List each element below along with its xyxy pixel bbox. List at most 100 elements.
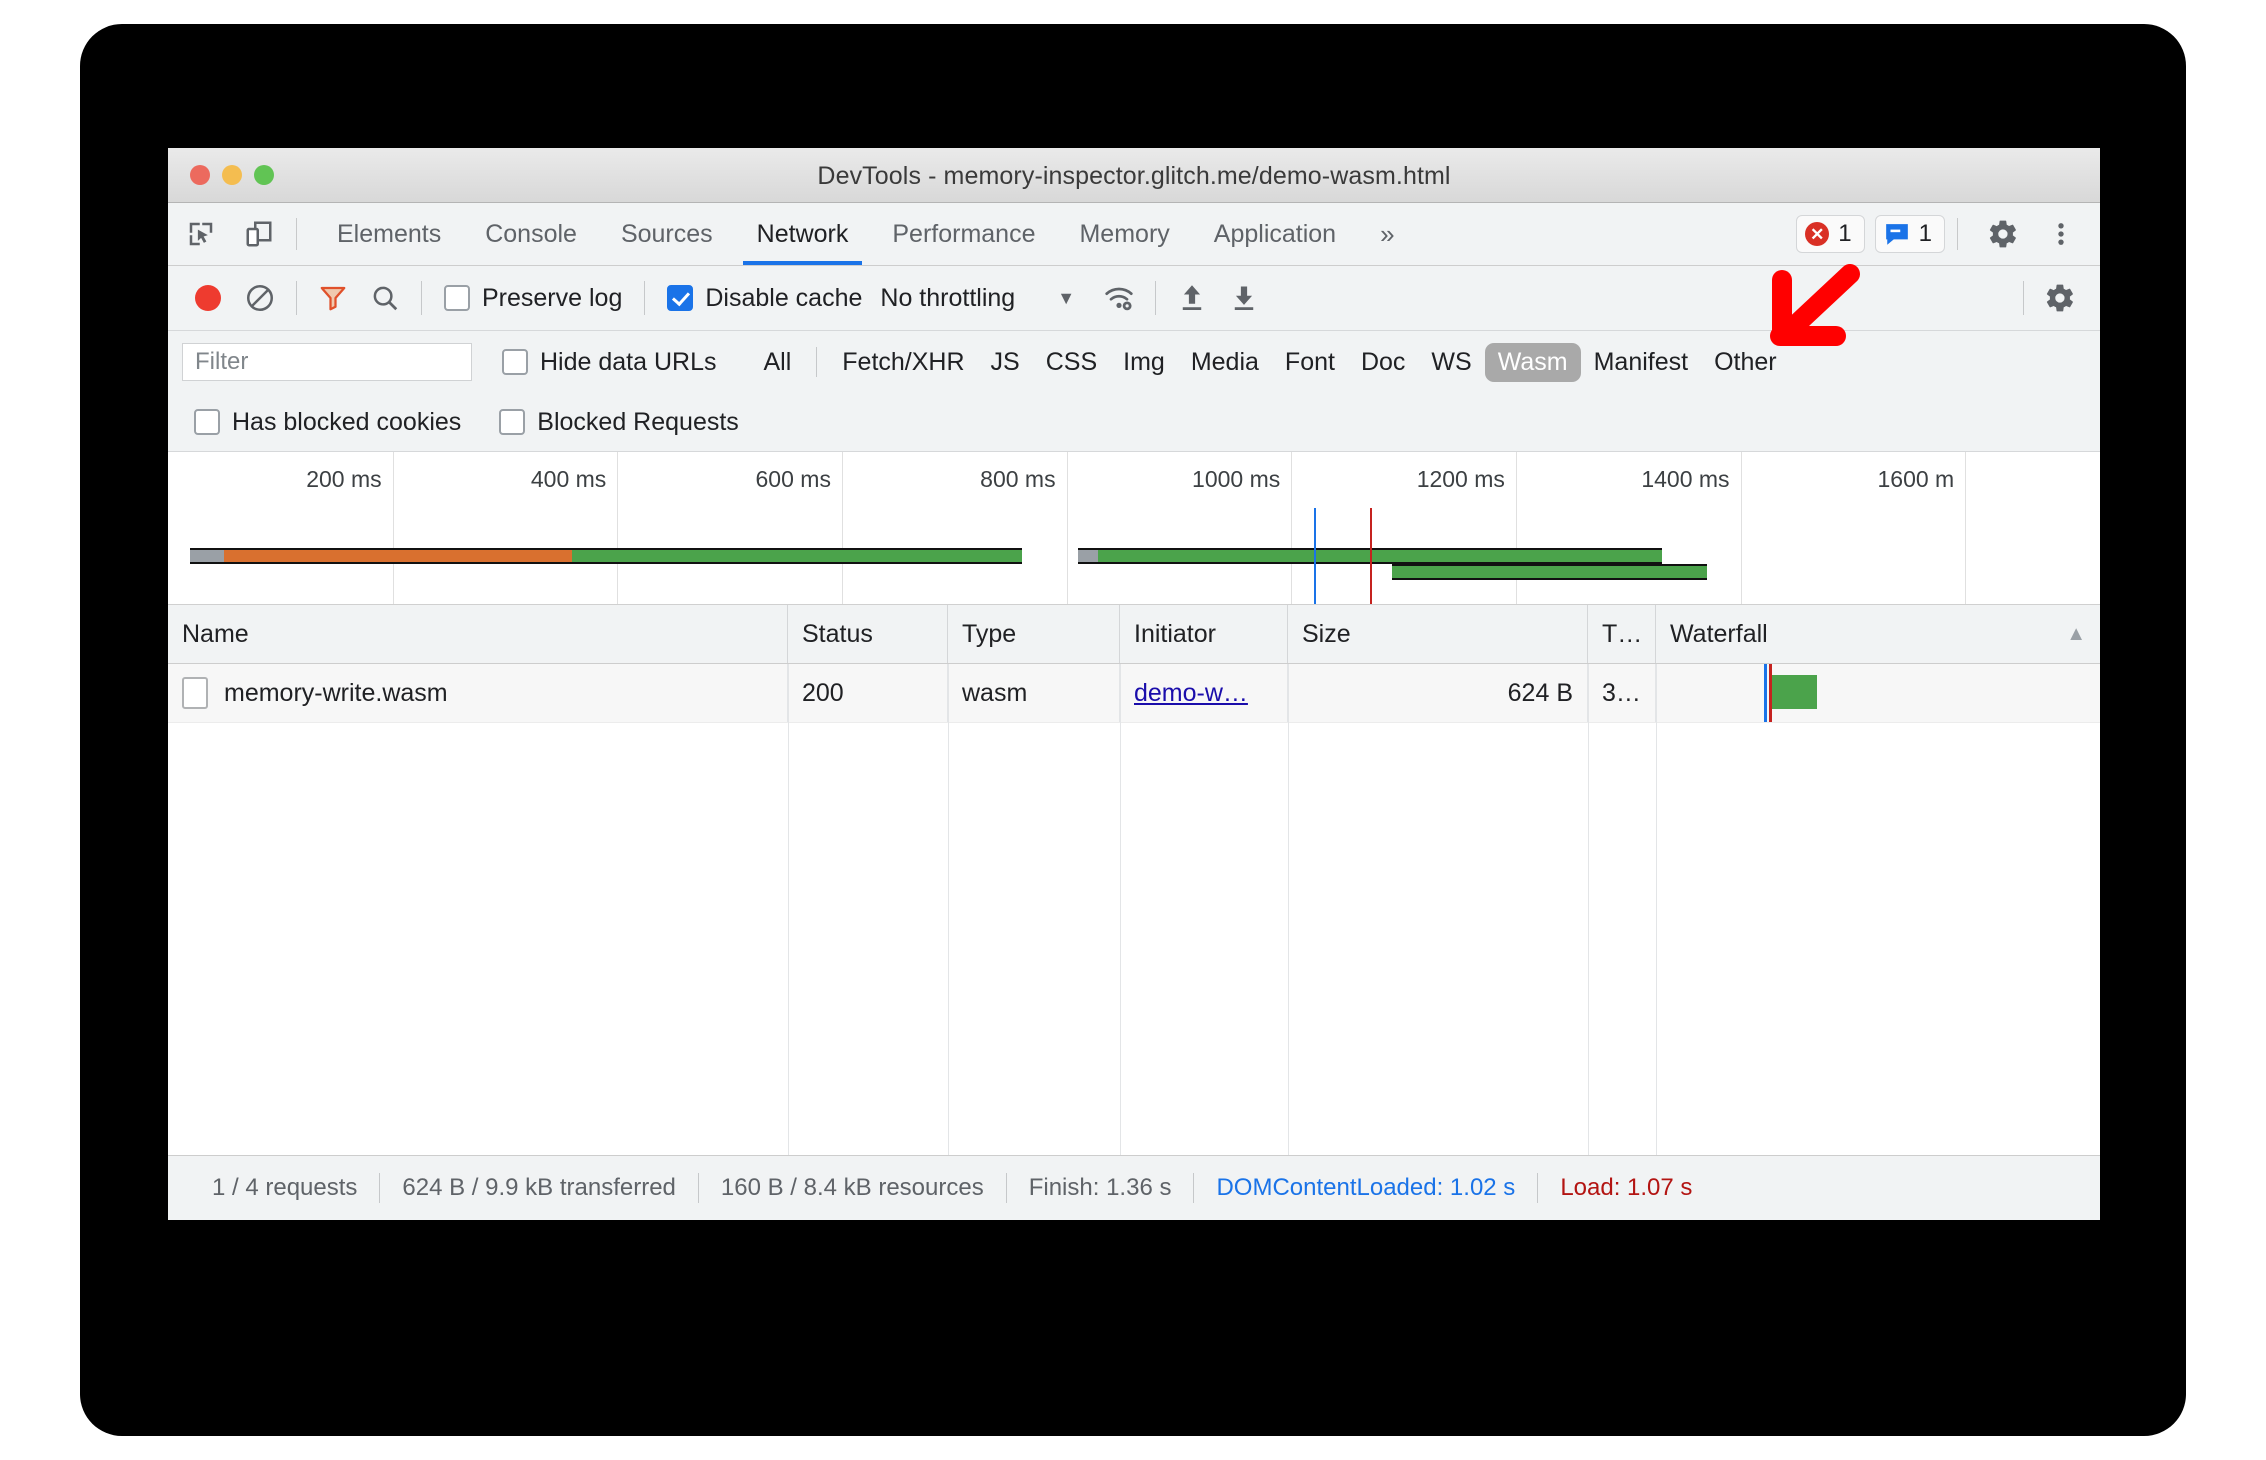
has-blocked-cookies-checkbox[interactable]: Has blocked cookies <box>182 408 473 437</box>
filter-chip-js[interactable]: JS <box>978 343 1033 382</box>
filter-chip-wasm[interactable]: Wasm <box>1484 342 1581 382</box>
overview-gridline <box>617 452 619 604</box>
blocked-requests-box <box>499 409 526 435</box>
devtools-tabstrip: Elements Console Sources Network Perform… <box>168 203 2100 266</box>
tab-console-label: Console <box>485 219 577 248</box>
tab-elements[interactable]: Elements <box>315 203 463 265</box>
column-separator <box>948 664 949 1155</box>
overview-tick-label: 1200 ms <box>1416 466 1505 492</box>
column-header-label: Type <box>962 619 1017 648</box>
cell-name: memory-write.wasm <box>168 664 788 722</box>
column-header-t[interactable]: T… <box>1588 605 1656 663</box>
filter-button[interactable] <box>307 272 359 324</box>
tabstrip-divider <box>296 218 297 250</box>
inspect-cursor-icon[interactable] <box>176 211 226 257</box>
overview-load-line <box>1369 508 1372 604</box>
column-header-name[interactable]: Name <box>168 605 788 663</box>
import-har-button[interactable] <box>1166 272 1218 324</box>
hide-data-urls-checkbox[interactable]: Hide data URLs <box>490 348 728 377</box>
network-settings-gear-icon[interactable] <box>2034 272 2086 324</box>
filter-chip-other[interactable]: Other <box>1701 343 1790 382</box>
window-titlebar: DevTools - memory-inspector.glitch.me/de… <box>168 148 2100 203</box>
tab-application[interactable]: Application <box>1192 203 1358 265</box>
gear-icon[interactable] <box>1978 211 2028 257</box>
filter-chip-font[interactable]: Font <box>1272 343 1348 382</box>
overview-tick-label: 1600 m <box>1877 466 1955 492</box>
overview-tick-label: 800 ms <box>980 466 1056 492</box>
search-button[interactable] <box>359 272 411 324</box>
hide-data-urls-box <box>502 349 528 375</box>
column-header-type[interactable]: Type <box>948 605 1120 663</box>
devtools-window: DevTools - memory-inspector.glitch.me/de… <box>168 148 2100 1220</box>
column-header-status[interactable]: Status <box>788 605 948 663</box>
overview-tick-label: 600 ms <box>755 466 831 492</box>
more-tabs-icon[interactable]: » <box>1358 203 1416 265</box>
filter-chip-media[interactable]: Media <box>1178 343 1272 382</box>
filter-chip-manifest[interactable]: Manifest <box>1581 343 1701 382</box>
network-conditions-icon[interactable] <box>1093 272 1145 324</box>
error-count-badge[interactable]: ✕ 1 <box>1796 215 1865 253</box>
blocked-requests-label: Blocked Requests <box>537 407 739 436</box>
throttling-dropdown[interactable]: No throttling ▼ <box>874 284 1075 313</box>
filter-chip-doc[interactable]: Doc <box>1348 343 1418 382</box>
column-header-initiator[interactable]: Initiator <box>1120 605 1288 663</box>
tabstrip-actions-divider <box>1957 218 1958 250</box>
filter-input[interactable]: Filter <box>182 343 472 381</box>
record-button[interactable] <box>182 272 234 324</box>
error-icon: ✕ <box>1805 222 1830 246</box>
tab-network[interactable]: Network <box>735 203 871 265</box>
column-header-waterfall[interactable]: Waterfall ▲ <box>1656 605 2100 663</box>
hide-data-urls-label: Hide data URLs <box>540 347 717 376</box>
preserve-log-checkbox[interactable]: Preserve log <box>432 284 634 313</box>
blocked-filter-row: Has blocked cookies Blocked Requests <box>168 393 2100 452</box>
column-separator <box>1288 664 1289 1155</box>
toolbar-divider-4 <box>1155 281 1157 315</box>
initiator-link[interactable]: demo-w… <box>1134 679 1248 708</box>
tab-memory-label: Memory <box>1079 219 1170 248</box>
cell-waterfall <box>1656 664 2100 722</box>
overview-gridline <box>1965 452 1967 604</box>
tab-memory[interactable]: Memory <box>1057 203 1191 265</box>
panel-tabs: Elements Console Sources Network Perform… <box>315 203 1417 265</box>
clear-button[interactable] <box>234 272 286 324</box>
filter-chip-divider <box>816 347 818 377</box>
column-separator <box>1656 664 1657 1155</box>
filter-chip-img[interactable]: Img <box>1110 343 1178 382</box>
overview-tick-label: 400 ms <box>530 466 607 492</box>
throttling-value: No throttling <box>880 283 1016 312</box>
tab-console[interactable]: Console <box>463 203 599 265</box>
cell-type: wasm <box>948 664 1120 722</box>
chevron-down-icon: ▼ <box>1057 287 1076 308</box>
resources-label: 160 B / 8.4 kB resources <box>720 1174 984 1201</box>
column-header-size[interactable]: Size <box>1288 605 1588 663</box>
overview-gridline <box>1291 452 1293 604</box>
column-header-label: Size <box>1302 619 1351 648</box>
record-icon <box>195 285 221 311</box>
blocked-requests-checkbox[interactable]: Blocked Requests <box>487 408 751 437</box>
disable-cache-checkbox[interactable]: Disable cache <box>655 284 874 313</box>
overview-bar-segment <box>1077 550 1099 562</box>
tab-performance[interactable]: Performance <box>870 203 1057 265</box>
request-name-label: memory-write.wasm <box>224 678 448 707</box>
export-har-button[interactable] <box>1218 272 1270 324</box>
overview-gridline <box>1515 452 1517 604</box>
kebab-menu-icon[interactable] <box>2036 211 2086 257</box>
tab-performance-label: Performance <box>892 219 1036 248</box>
column-separator <box>788 664 789 1155</box>
cell-size: 624 B <box>1288 664 1588 722</box>
network-overview-timeline[interactable]: 200 ms 400 ms 600 ms 800 ms 1000 ms 1200 ms 14… <box>168 452 2100 605</box>
device-toolbar-icon[interactable] <box>234 211 284 257</box>
table-row[interactable]: memory-write.wasm 200 wasm demo-w… 624 B 3… <box>168 664 2100 723</box>
row-checkbox[interactable] <box>182 677 208 709</box>
filter-chip-css[interactable]: CSS <box>1033 343 1110 382</box>
has-blocked-cookies-label: Has blocked cookies <box>232 407 462 436</box>
filter-chip-fetch-xhr[interactable]: Fetch/XHR <box>829 343 977 382</box>
filter-bar: Filter Hide data URLs All Fetch/XHR JS C… <box>168 331 2100 393</box>
column-header-label: Name <box>182 619 249 648</box>
tab-sources[interactable]: Sources <box>599 203 735 265</box>
toolbar-divider-5 <box>2023 281 2024 315</box>
filter-chip-all[interactable]: All <box>750 343 804 382</box>
waterfall-load-line <box>1768 664 1772 722</box>
filter-chip-ws[interactable]: WS <box>1418 343 1484 382</box>
message-count-badge[interactable]: 1 <box>1874 215 1945 253</box>
